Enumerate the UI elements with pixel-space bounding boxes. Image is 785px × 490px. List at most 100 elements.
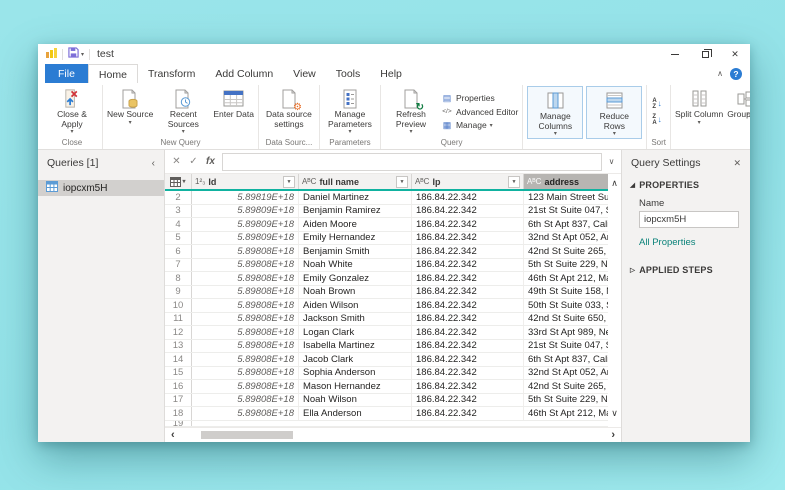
id-cell[interactable]: 5.89808E+18: [192, 245, 299, 258]
ribbon-overflow-icon[interactable]: ›: [746, 109, 749, 118]
close-and-apply-button[interactable]: Close & Apply ▾: [44, 85, 100, 138]
ip-cell[interactable]: 186.84.22.342: [412, 231, 524, 244]
address-cell[interactable]: 5th St Suite 229, New Yor: [524, 259, 608, 272]
filter-dropdown-icon[interactable]: ▾: [396, 175, 408, 188]
table-row[interactable]: 2 5.89819E+18 Daniel Martinez 186.84.22.342…: [165, 191, 608, 205]
ip-cell[interactable]: 186.84.22.342: [412, 272, 524, 285]
table-row[interactable]: 14 5.89808E+18 Jacob Clark 186.84.22.342 6th…: [165, 353, 608, 367]
table-row[interactable]: 16 5.89808E+18 Mason Hernandez 186.84.22.34…: [165, 380, 608, 394]
full-name-cell[interactable]: Emily Gonzalez: [299, 272, 412, 285]
full-name-cell[interactable]: Isabella Martinez: [299, 339, 412, 352]
ip-cell[interactable]: 186.84.22.342: [412, 258, 524, 271]
id-cell[interactable]: 5.89809E+18: [192, 231, 299, 244]
full-name-cell[interactable]: Ella Anderson: [299, 407, 412, 420]
id-cell[interactable]: 5.89808E+18: [192, 326, 299, 339]
full-name-cell[interactable]: Aiden Moore: [299, 218, 412, 231]
properties-button[interactable]: ▤ Properties: [441, 93, 518, 104]
table-row[interactable]: 18 5.89808E+18 Ella Anderson 186.84.22.342 4…: [165, 407, 608, 421]
column-header-id[interactable]: 1²₃ Id ▾: [192, 174, 299, 189]
id-cell[interactable]: 5.89808E+18: [192, 299, 299, 312]
full-name-cell[interactable]: Jackson Smith: [299, 312, 412, 325]
collapse-ribbon-icon[interactable]: ∧: [717, 69, 723, 78]
row-number-cell[interactable]: 14: [165, 353, 192, 366]
table-row[interactable]: 8 5.89808E+18 Emily Gonzalez 186.84.22.342 4…: [165, 272, 608, 286]
full-name-cell[interactable]: Emily Hernandez: [299, 231, 412, 244]
address-cell[interactable]: 49th St Suite 158, Mississ: [524, 286, 608, 299]
ip-cell[interactable]: 186.84.22.342: [412, 285, 524, 298]
address-cell[interactable]: 123 Main Street Suite B 2: [524, 191, 608, 204]
ip-cell[interactable]: 186.84.22.342: [412, 312, 524, 325]
address-cell[interactable]: 32nd St Apt 052, Arizona: [524, 232, 608, 245]
id-cell[interactable]: 5.89808E+18: [192, 407, 299, 420]
scroll-right-icon[interactable]: ›: [611, 429, 615, 441]
formula-cancel-icon[interactable]: ✕: [168, 156, 185, 167]
tab-home[interactable]: Home: [87, 64, 138, 83]
tab-help[interactable]: Help: [370, 64, 412, 83]
row-number-cell[interactable]: 8: [165, 272, 192, 285]
full-name-cell[interactable]: Benjamin Ramirez: [299, 204, 412, 217]
address-cell[interactable]: 50th St Suite 033, South: [524, 299, 608, 312]
row-number-cell[interactable]: 18: [165, 407, 192, 420]
table-row[interactable]: 4 5.89809E+18 Aiden Moore 186.84.22.342 6th …: [165, 218, 608, 232]
formula-input[interactable]: [222, 152, 602, 171]
ip-cell[interactable]: 186.84.22.342: [412, 380, 524, 393]
column-header-address[interactable]: AᴮC address: [524, 174, 608, 189]
id-cell[interactable]: 5.89809E+18: [192, 204, 299, 217]
full-name-cell[interactable]: Noah Brown: [299, 285, 412, 298]
row-number-cell[interactable]: 12: [165, 326, 192, 339]
ip-cell[interactable]: 186.84.22.342: [412, 366, 524, 379]
ip-cell[interactable]: 186.84.22.342: [412, 339, 524, 352]
full-name-cell[interactable]: Daniel Martinez: [299, 191, 412, 204]
manage-parameters-button[interactable]: Manage Parameters ▾: [322, 85, 378, 138]
address-cell[interactable]: 42nd St Suite 265, Alabam: [524, 380, 608, 393]
id-cell[interactable]: 5.89808E+18: [192, 339, 299, 352]
split-column-button[interactable]: Split Column ▾: [673, 85, 725, 138]
manage-button[interactable]: ▦ Manage ▾: [441, 120, 518, 131]
address-cell[interactable]: 42nd St Suite 265, Alabam: [524, 245, 608, 258]
row-number-cell[interactable]: 2: [165, 191, 192, 204]
row-number-cell[interactable]: 10: [165, 299, 192, 312]
ip-cell[interactable]: 186.84.22.342: [412, 407, 524, 420]
address-cell[interactable]: 33rd St Apt 989, New Me: [524, 326, 608, 339]
row-number-cell[interactable]: 6: [165, 245, 192, 258]
ip-cell[interactable]: 186.84.22.342: [412, 353, 524, 366]
column-header-full-name[interactable]: AᴮC full name ▾: [299, 174, 412, 189]
row-number-cell[interactable]: 11: [165, 312, 192, 325]
id-cell[interactable]: 5.89808E+18: [192, 285, 299, 298]
filter-dropdown-icon[interactable]: ▾: [283, 175, 295, 188]
ip-cell[interactable]: 186.84.22.342: [412, 245, 524, 258]
tab-tools[interactable]: Tools: [326, 64, 371, 83]
table-row[interactable]: 17 5.89808E+18 Noah Wilson 186.84.22.342 5th…: [165, 393, 608, 407]
row-number-cell[interactable]: 5: [165, 231, 192, 244]
filter-dropdown-icon[interactable]: ▾: [508, 175, 520, 188]
address-cell[interactable]: 46th St Apt 212, Massach: [524, 407, 608, 420]
row-number-cell[interactable]: 19: [165, 420, 192, 426]
sort-descending-button[interactable]: ZA ↓: [652, 114, 661, 126]
id-cell[interactable]: 5.89809E+18: [192, 218, 299, 231]
address-cell[interactable]: 46th St Apt 212, Massach: [524, 272, 608, 285]
address-cell[interactable]: 5th St Suite 229, New Yo: [524, 394, 608, 407]
row-number-cell[interactable]: 4: [165, 218, 192, 231]
full-name-cell[interactable]: Mason Hernandez: [299, 380, 412, 393]
row-number-cell[interactable]: 9: [165, 285, 192, 298]
table-row[interactable]: 10 5.89808E+18 Aiden Wilson 186.84.22.342 50…: [165, 299, 608, 313]
table-row[interactable]: 12 5.89808E+18 Logan Clark 186.84.22.342 33r…: [165, 326, 608, 340]
refresh-preview-button[interactable]: ↻ Refresh Preview ▾: [383, 85, 439, 138]
tab-add-column[interactable]: Add Column: [205, 64, 283, 83]
table-row[interactable]: 15 5.89808E+18 Sophia Anderson 186.84.22.34…: [165, 366, 608, 380]
scroll-down-icon[interactable]: ∨: [611, 408, 618, 419]
row-number-cell[interactable]: 13: [165, 339, 192, 352]
table-row[interactable]: 11 5.89808E+18 Jackson Smith 186.84.22.342 4…: [165, 312, 608, 326]
id-cell[interactable]: 5.89819E+18: [192, 191, 299, 204]
full-name-cell[interactable]: Logan Clark: [299, 326, 412, 339]
row-number-cell[interactable]: 17: [165, 393, 192, 406]
query-name-input[interactable]: [639, 211, 739, 228]
select-all-corner-button[interactable]: ▾: [165, 174, 192, 189]
row-number-cell[interactable]: 15: [165, 366, 192, 379]
table-row[interactable]: 6 5.89808E+18 Benjamin Smith 186.84.22.342 4…: [165, 245, 608, 259]
save-icon[interactable]: [68, 47, 79, 61]
full-name-cell[interactable]: Noah White: [299, 258, 412, 271]
full-name-cell[interactable]: Noah Wilson: [299, 393, 412, 406]
ip-cell[interactable]: 186.84.22.342: [412, 299, 524, 312]
id-cell[interactable]: 5.89808E+18: [192, 272, 299, 285]
